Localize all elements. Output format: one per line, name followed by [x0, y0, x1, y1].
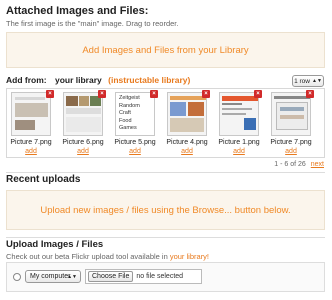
source-select-value: My computer — [30, 273, 71, 280]
file-input[interactable]: Choose File no file selected — [85, 269, 202, 284]
item-filename: Picture 5.png — [114, 139, 156, 146]
thumbnail-image — [219, 92, 259, 136]
instructable-library-tab[interactable]: (instructable library) — [108, 75, 190, 85]
thumbnail-image — [11, 92, 51, 136]
item-filename: Picture 7.png — [10, 139, 52, 146]
recent-dropzone-text: Upload new images / files using the Brow… — [40, 204, 291, 216]
divider — [6, 237, 325, 238]
library-item[interactable]: Zeitgeist Random Craft Food Games × Pict… — [114, 90, 158, 156]
add-link[interactable]: add — [115, 148, 155, 155]
thumbnail-image — [63, 92, 103, 136]
close-icon[interactable]: × — [202, 90, 210, 98]
close-icon[interactable]: × — [306, 90, 314, 98]
attached-title: Attached Images and Files: — [6, 5, 149, 17]
attached-dropzone[interactable]: Add Images and Files from your Library — [6, 32, 325, 68]
library-item[interactable]: × Picture 7.png add — [10, 90, 54, 156]
uploader-box: My computer ▲▼ Choose File no file selec… — [6, 262, 325, 292]
attached-dropzone-text: Add Images and Files from your Library — [82, 44, 249, 56]
add-link[interactable]: add — [271, 148, 311, 155]
rows-select[interactable]: 1 row ▲▼ — [292, 75, 324, 87]
add-link[interactable]: add — [11, 148, 51, 155]
library-strip: × Picture 7.png add × Picture 6.png add … — [6, 88, 325, 158]
thumbnail-image: Zeitgeist Random Craft Food Games — [115, 92, 155, 136]
source-select[interactable]: My computer ▲▼ — [25, 270, 81, 283]
attached-note: The first image is the "main" image. Dra… — [6, 19, 179, 28]
add-from-label: Add from: — [6, 75, 47, 85]
add-link[interactable]: add — [167, 148, 207, 155]
add-from-row: Add from: your library (instructable lib… — [6, 75, 190, 85]
thumbnail-image — [271, 92, 311, 136]
close-icon[interactable]: × — [98, 90, 106, 98]
library-item[interactable]: × Picture 6.png add — [62, 90, 106, 156]
your-library-tab[interactable]: your library — [55, 75, 102, 85]
pager-range: 1 - 6 of 26 — [274, 161, 306, 168]
item-filename: Picture 1.png — [218, 139, 260, 146]
library-item[interactable]: × Picture 7.png add — [270, 90, 314, 156]
add-link[interactable]: add — [63, 148, 103, 155]
pager: 1 - 6 of 26 next — [274, 161, 324, 168]
upload-note: Check out our beta Flickr upload tool av… — [6, 252, 210, 261]
close-icon[interactable]: × — [254, 90, 262, 98]
thumbnail-menu-text: Zeitgeist Random Craft Food Games — [119, 95, 140, 131]
library-item[interactable]: × Picture 1.png add — [218, 90, 262, 156]
choose-file-button[interactable]: Choose File — [88, 271, 134, 282]
chevron-updown-icon: ▲▼ — [67, 273, 77, 280]
close-icon[interactable]: × — [46, 90, 54, 98]
source-radio[interactable] — [13, 273, 21, 281]
recent-uploads-dropzone[interactable]: Upload new images / files using the Brow… — [6, 190, 325, 230]
no-file-label: no file selected — [136, 273, 184, 280]
thumbnail-image — [167, 92, 207, 136]
your-library-link[interactable]: your library! — [170, 252, 209, 261]
close-icon[interactable]: × — [150, 90, 158, 98]
chevron-updown-icon: ▲▼ — [312, 78, 322, 84]
add-link[interactable]: add — [219, 148, 259, 155]
recent-uploads-title: Recent uploads — [6, 174, 81, 185]
item-filename: Picture 4.png — [166, 139, 208, 146]
library-item[interactable]: × Picture 4.png add — [166, 90, 210, 156]
item-filename: Picture 6.png — [62, 139, 104, 146]
item-filename: Picture 7.png — [270, 139, 312, 146]
rows-select-value: 1 row — [294, 77, 310, 85]
upload-title: Upload Images / Files — [6, 239, 104, 250]
divider — [6, 172, 325, 173]
next-link[interactable]: next — [311, 161, 324, 168]
